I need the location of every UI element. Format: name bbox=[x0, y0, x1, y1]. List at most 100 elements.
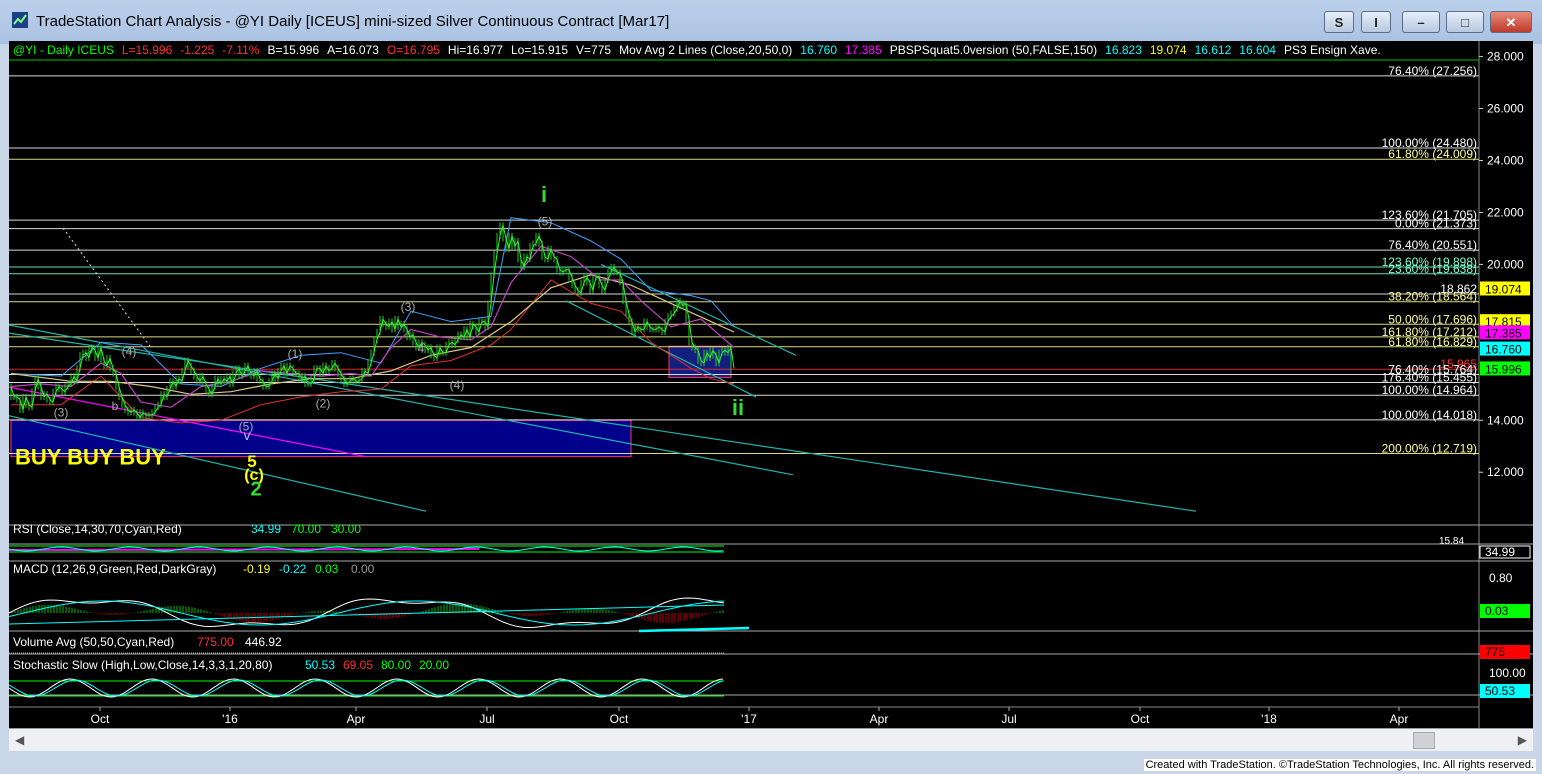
rsi-label: RSI (Close,14,30,70,Cyan,Red) bbox=[13, 522, 182, 536]
header-item-18: PS3 Ensign Xave. bbox=[1284, 43, 1381, 57]
y-tick-label-3: 22.000 bbox=[1487, 205, 1524, 219]
window-title: TradeStation Chart Analysis - @YI Daily … bbox=[36, 13, 670, 30]
macd-value-0: -0.19 bbox=[243, 562, 271, 576]
fib-label-7: 23.60% (19.638) bbox=[1388, 262, 1477, 276]
header-item-12: 17.385 bbox=[845, 43, 882, 57]
volume-label: Volume Avg (50,50,Cyan,Red) bbox=[13, 635, 174, 649]
price-tag-2: 17.385 bbox=[1485, 326, 1522, 340]
y-tick-label-4: 20.000 bbox=[1487, 257, 1524, 271]
wave-label-2: (3) bbox=[401, 300, 416, 314]
volume-tag: 775 bbox=[1485, 645, 1505, 659]
rsi-value-0: 34.99 bbox=[251, 522, 281, 536]
wave-label-4: (4) bbox=[450, 378, 465, 392]
volume-value-0: 775.00 bbox=[197, 635, 234, 649]
x-tick-label-5: '17 bbox=[741, 712, 757, 726]
header-item-4: B=15.996 bbox=[267, 43, 319, 57]
wave-label-9: b bbox=[112, 399, 119, 413]
wave-label-3: 4 bbox=[418, 342, 425, 356]
header-item-14: 16.823 bbox=[1105, 43, 1142, 57]
header-item-6: O=16.795 bbox=[387, 43, 440, 57]
header-item-11: 16.760 bbox=[800, 43, 837, 57]
macd-axis-tick: 0.80 bbox=[1489, 571, 1513, 585]
fib-label-17: 100.00% (14.018) bbox=[1382, 408, 1477, 422]
buy-zone-label: BUY BUY BUY bbox=[15, 444, 166, 469]
header-item-0: @YI - Daily ICEUS bbox=[13, 43, 114, 57]
wave-label-7: (4) bbox=[122, 344, 137, 358]
rsi-small-tag: 15.84 bbox=[1439, 536, 1464, 547]
chart-frame[interactable]: @YI - Daily ICEUS L=15.996 -1.225 -7.11% B=1… bbox=[0, 41, 1533, 728]
window-titlebar: TradeStation Chart Analysis - @YI Daily … bbox=[0, 0, 1542, 44]
price-tag-4: 15.996 bbox=[1485, 362, 1522, 376]
x-tick-label-0: Oct bbox=[91, 712, 110, 726]
header-item-15: 19.074 bbox=[1150, 43, 1187, 57]
x-tick-label-9: '18 bbox=[1261, 712, 1277, 726]
chart-background bbox=[9, 41, 1533, 728]
y-tick-label-6: 12.000 bbox=[1487, 465, 1524, 479]
header-item-9: V=775 bbox=[576, 43, 611, 57]
y-tick-label-2: 24.000 bbox=[1487, 154, 1524, 168]
s-menu-button[interactable]: S bbox=[1324, 11, 1354, 33]
header-item-7: Hi=16.977 bbox=[448, 43, 503, 57]
minimize-button[interactable]: – bbox=[1402, 11, 1440, 33]
copyright-footer: Created with TradeStation. ©TradeStation… bbox=[1143, 759, 1536, 771]
fib-label-0: 76.40% (27.256) bbox=[1388, 64, 1477, 78]
fib-label-18: 200.00% (12.719) bbox=[1382, 442, 1477, 456]
maximize-button[interactable]: □ bbox=[1446, 11, 1484, 33]
rsi-value-2: 30.00 bbox=[331, 522, 361, 536]
stochastic-value-0: 50.53 bbox=[305, 658, 335, 672]
scroll-right-icon[interactable]: ▶ bbox=[1518, 733, 1527, 747]
x-tick-label-6: Apr bbox=[870, 712, 889, 726]
fib-label-4: 0.00% (21.373) bbox=[1395, 217, 1477, 231]
i-menu-button[interactable]: I bbox=[1361, 11, 1391, 33]
fib-label-9: 38.20% (18.564) bbox=[1388, 290, 1477, 304]
horizontal-scrollbar[interactable]: ◀ ▶ bbox=[9, 728, 1533, 751]
header-item-16: 16.612 bbox=[1195, 43, 1232, 57]
fib-label-12: 61.80% (16.829) bbox=[1388, 335, 1477, 349]
y-tick-label-5: 14.000 bbox=[1487, 413, 1524, 427]
header-item-5: A=16.073 bbox=[327, 43, 379, 57]
tradestation-app-icon bbox=[12, 12, 28, 28]
fib-label-5: 76.40% (20.551) bbox=[1388, 238, 1477, 252]
wave-label-0: i bbox=[541, 182, 547, 207]
x-tick-label-2: Apr bbox=[347, 712, 366, 726]
header-item-17: 16.604 bbox=[1239, 43, 1276, 57]
header-item-8: Lo=15.915 bbox=[511, 43, 568, 57]
fib-label-2: 61.80% (24.009) bbox=[1388, 147, 1477, 161]
header-item-1: L=15.996 bbox=[122, 43, 173, 57]
stochastic-value-1: 69.05 bbox=[343, 658, 373, 672]
wave-label-1: (5) bbox=[538, 214, 553, 228]
stoch-axis-tick: 100.00 bbox=[1489, 666, 1526, 680]
price-tag-3: 16.760 bbox=[1485, 343, 1522, 357]
header-item-2: -1.225 bbox=[180, 43, 214, 57]
macd-value-3: 0.00 bbox=[351, 562, 375, 576]
wave-label-6: (2) bbox=[316, 396, 331, 410]
scroll-left-icon[interactable]: ◀ bbox=[15, 733, 24, 747]
volume-value-1: 446.92 bbox=[245, 635, 282, 649]
stochastic-value-3: 20.00 bbox=[419, 658, 449, 672]
price-chart[interactable]: @YI - Daily ICEUS L=15.996 -1.225 -7.11% B=1… bbox=[0, 41, 1533, 728]
stochastic-value-2: 80.00 bbox=[381, 658, 411, 672]
rsi-value-1: 70.00 bbox=[291, 522, 321, 536]
header-item-10: Mov Avg 2 Lines (Close,20,50,0) bbox=[619, 43, 792, 57]
stochastic-label: Stochastic Slow (High,Low,Close,14,3,3,1… bbox=[13, 658, 272, 672]
x-tick-label-10: Apr bbox=[1390, 712, 1409, 726]
close-button[interactable]: ✕ bbox=[1490, 11, 1532, 33]
fib-label-16: 100.00% (14.964) bbox=[1382, 383, 1477, 397]
x-tick-label-4: Oct bbox=[610, 712, 629, 726]
rsi-tag: 34.99 bbox=[1485, 545, 1515, 559]
header-item-13: PBSPSquat5.0version (50,FALSE,150) bbox=[890, 43, 1097, 57]
macd-value-2: 0.03 bbox=[315, 562, 339, 576]
price-tag-0: 19.074 bbox=[1485, 282, 1522, 296]
y-tick-label-1: 26.000 bbox=[1487, 102, 1524, 116]
x-tick-label-8: Oct bbox=[1131, 712, 1150, 726]
wave-label-14: 2 bbox=[250, 479, 261, 501]
header-item-3: -7.11% bbox=[222, 43, 259, 57]
macd-tag: 0.03 bbox=[1485, 604, 1509, 618]
y-tick-label-0: 28.000 bbox=[1487, 50, 1524, 64]
scroll-thumb[interactable] bbox=[1413, 732, 1435, 749]
wave-label-11: v bbox=[244, 427, 251, 443]
x-tick-label-3: Jul bbox=[479, 712, 494, 726]
wave-label-15: ii bbox=[732, 395, 744, 420]
macd-value-1: -0.22 bbox=[279, 562, 307, 576]
x-tick-label-7: Jul bbox=[1001, 712, 1016, 726]
